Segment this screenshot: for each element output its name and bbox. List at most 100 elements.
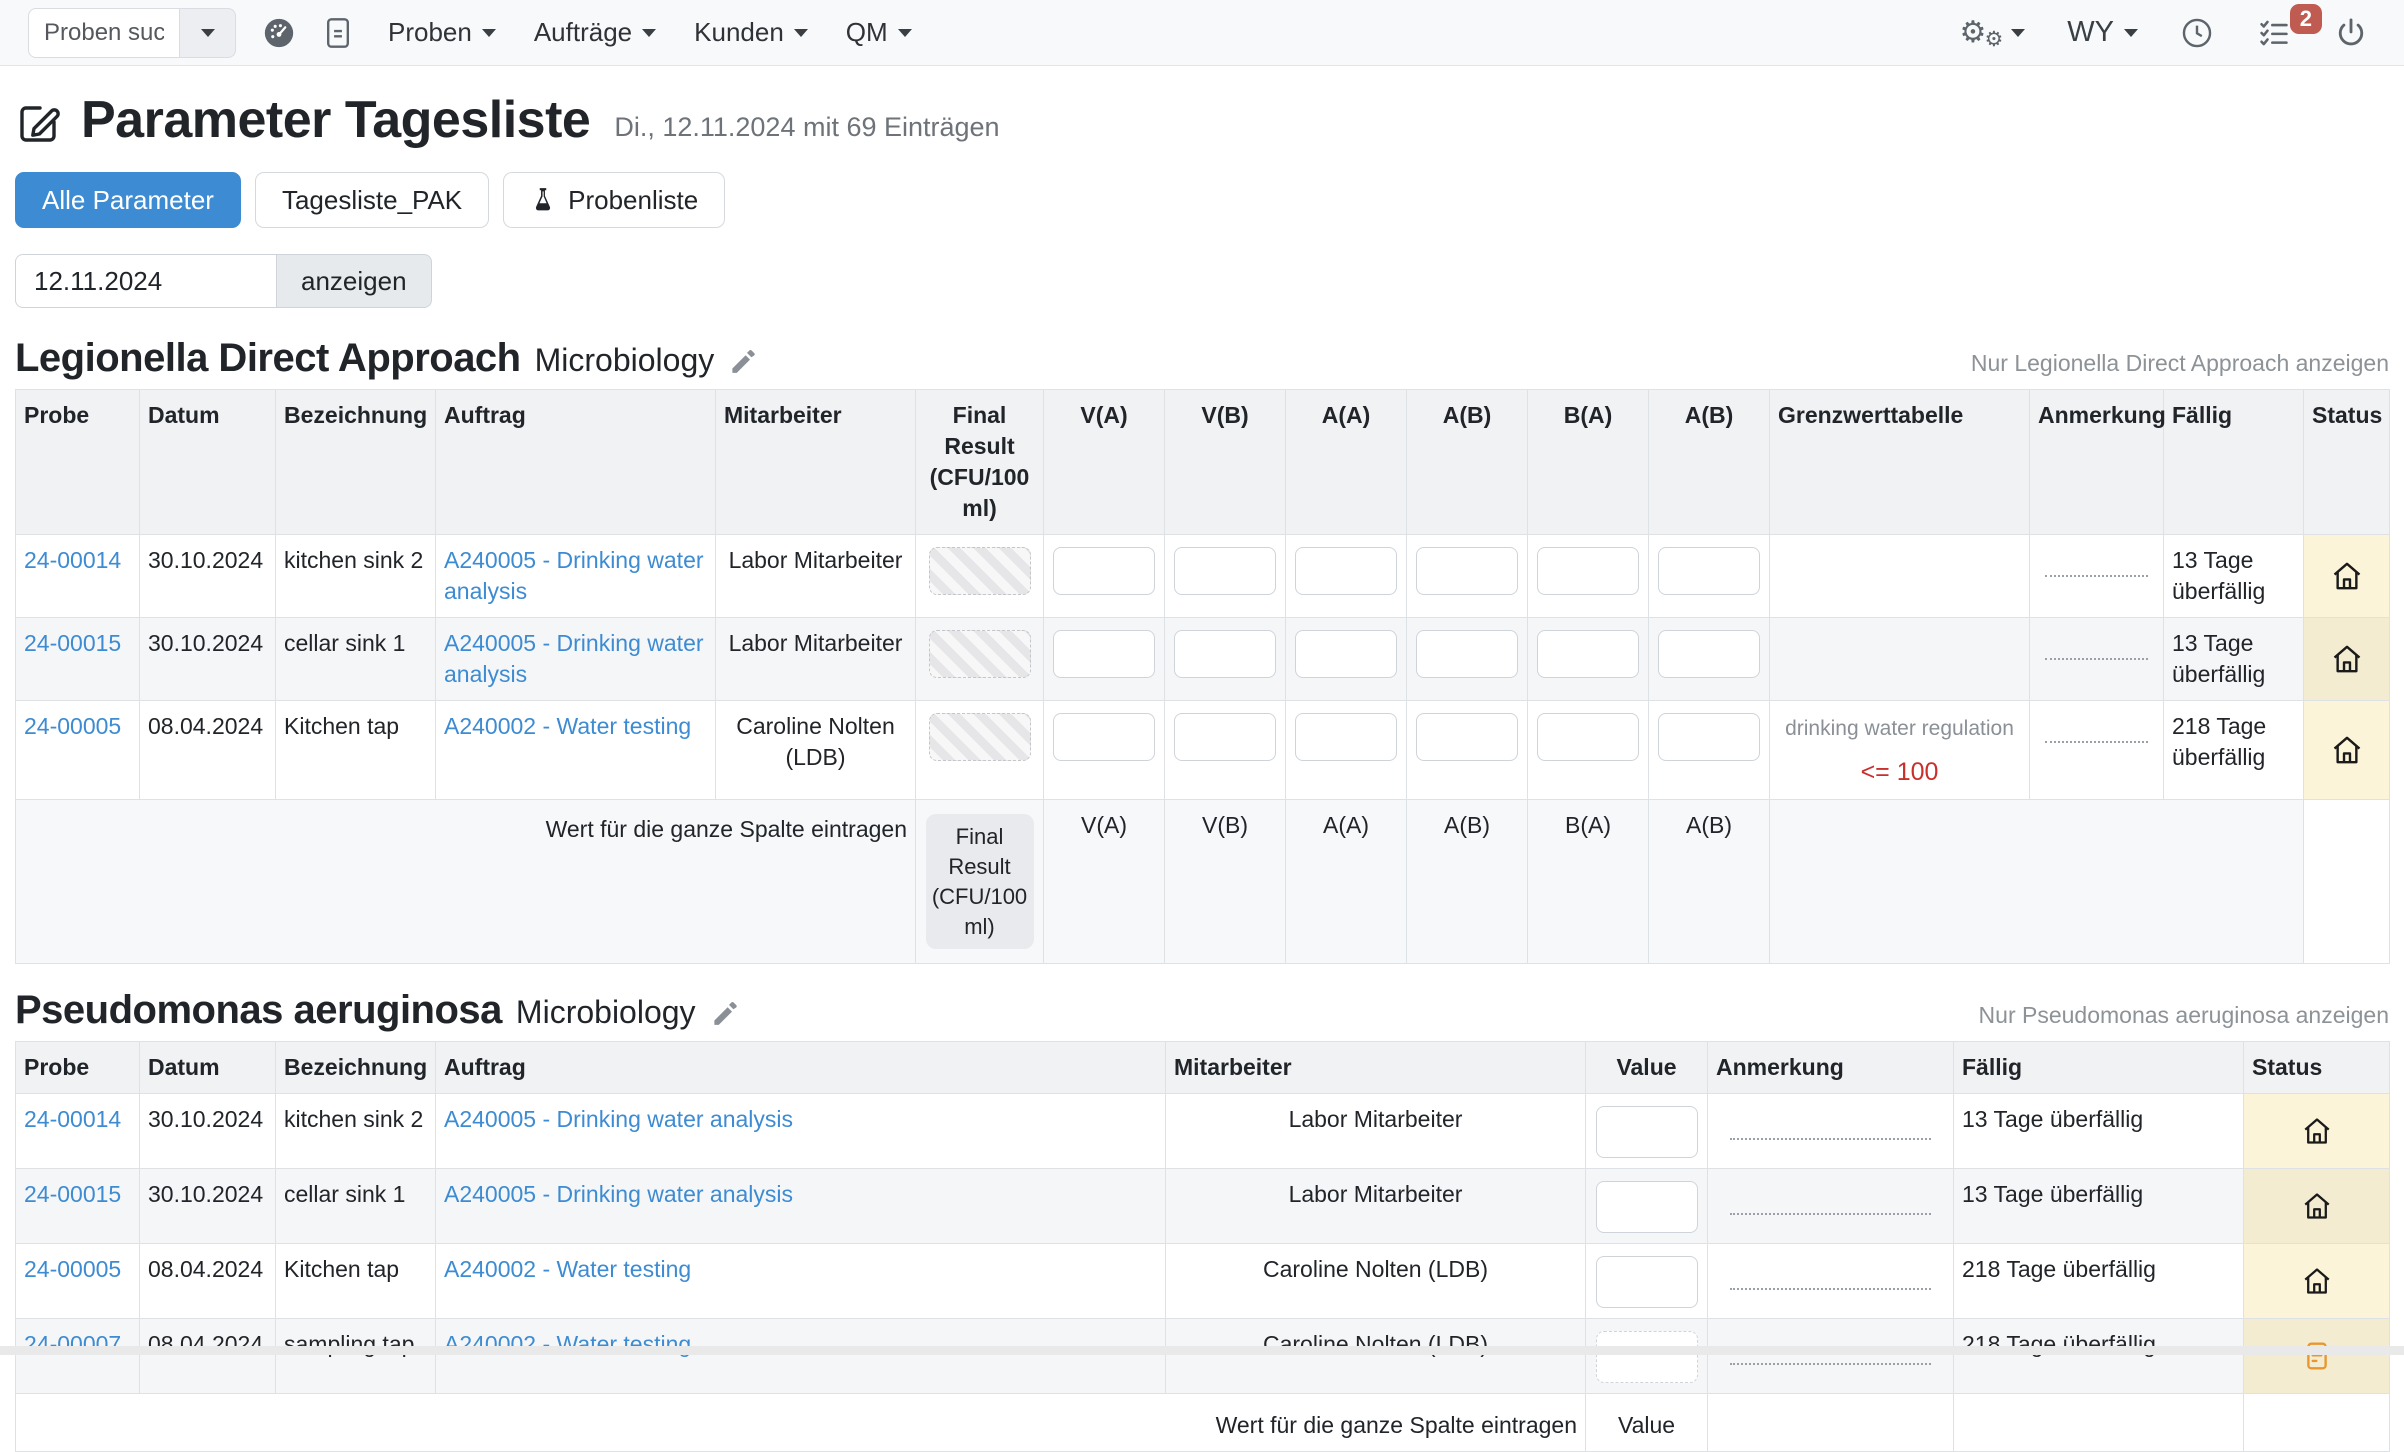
aa-input[interactable]: [1295, 713, 1397, 761]
tab-tagesliste-pak[interactable]: Tagesliste_PAK: [255, 172, 489, 228]
fill-aa-button[interactable]: A(A): [1286, 800, 1407, 964]
probe-link[interactable]: 24-00014: [24, 547, 121, 573]
clock-icon[interactable]: [2180, 16, 2214, 50]
anmerkung-field[interactable]: [2045, 575, 2148, 577]
anmerkung-field[interactable]: [2045, 741, 2148, 743]
anmerkung-field[interactable]: [1730, 1213, 1932, 1215]
tab-probenliste[interactable]: Probenliste: [503, 172, 725, 228]
vb-input[interactable]: [1174, 547, 1276, 595]
ab-input[interactable]: [1416, 713, 1518, 761]
edit-section2-icon[interactable]: [710, 999, 740, 1029]
anmerkung-field[interactable]: [1730, 1138, 1932, 1140]
datum-cell: 30.10.2024: [140, 1169, 276, 1244]
auftrag-link[interactable]: A240005 - Drinking water analysis: [444, 630, 704, 687]
chevron-down-icon: [2124, 29, 2138, 37]
col-value: Value: [1586, 1042, 1708, 1094]
col-anmerkung: Anmerkung: [2030, 390, 2164, 535]
ab-input[interactable]: [1416, 547, 1518, 595]
home-icon[interactable]: [2312, 733, 2381, 767]
fill-vb-button[interactable]: V(B): [1165, 800, 1286, 964]
show-button[interactable]: anzeigen: [277, 254, 432, 308]
probe-link[interactable]: 24-00015: [24, 1181, 121, 1207]
settings-gears-icon[interactable]: ⚙⚙: [1960, 15, 2026, 50]
ab2-input[interactable]: [1658, 547, 1760, 595]
col-ba: B(A): [1528, 390, 1649, 535]
fill-value-button[interactable]: Value: [1586, 1394, 1708, 1452]
home-icon[interactable]: [2252, 1115, 2381, 1147]
probe-link[interactable]: 24-00005: [24, 1256, 121, 1282]
navbar-right: ⚙⚙ WY 2: [1960, 15, 2368, 50]
probe-link[interactable]: 24-00005: [24, 713, 121, 739]
faellig-cell: 218 Tage überfällig: [1954, 1244, 2244, 1319]
fill-ab-button[interactable]: A(B): [1407, 800, 1528, 964]
probe-link[interactable]: 24-00014: [24, 1106, 121, 1132]
mitarbeiter-cell: Caroline Nolten (LDB): [1166, 1319, 1586, 1394]
col-ab: A(B): [1407, 390, 1528, 535]
value-input[interactable]: [1596, 1256, 1698, 1308]
auftrag-link[interactable]: A240002 - Water testing: [444, 713, 691, 739]
anmerkung-field[interactable]: [2045, 658, 2148, 660]
ba-input[interactable]: [1537, 547, 1639, 595]
value-input[interactable]: [1596, 1181, 1698, 1233]
home-icon[interactable]: [2252, 1190, 2381, 1222]
value-input[interactable]: [1596, 1331, 1698, 1383]
tab-alle-parameter[interactable]: Alle Parameter: [15, 172, 241, 228]
vb-input[interactable]: [1174, 630, 1276, 678]
user-menu[interactable]: WY: [2067, 16, 2138, 49]
va-input[interactable]: [1053, 547, 1155, 595]
aa-input[interactable]: [1295, 630, 1397, 678]
home-icon[interactable]: [2312, 642, 2381, 676]
menu-auftraege[interactable]: Aufträge: [534, 17, 656, 48]
ab-input[interactable]: [1416, 630, 1518, 678]
va-input[interactable]: [1053, 630, 1155, 678]
search-input[interactable]: [28, 8, 180, 58]
tasks-icon[interactable]: 2: [2256, 16, 2292, 50]
date-input[interactable]: [15, 254, 277, 308]
section1-category: Microbiology: [535, 342, 715, 379]
fill-va-button[interactable]: V(A): [1044, 800, 1165, 964]
menu-proben[interactable]: Proben: [388, 17, 496, 48]
ab2-input[interactable]: [1658, 713, 1760, 761]
edit-title-icon[interactable]: [15, 99, 63, 147]
document-icon[interactable]: [322, 16, 354, 50]
section2-filter-link[interactable]: Nur Pseudomonas aeruginosa anzeigen: [1979, 1002, 2389, 1029]
section2-title: Pseudomonas aeruginosa: [15, 988, 502, 1033]
dashboard-icon[interactable]: [262, 16, 296, 50]
auftrag-link[interactable]: A240005 - Drinking water analysis: [444, 1181, 793, 1207]
col-final-result: Final Result (CFU/100 ml): [916, 390, 1044, 535]
col-datum: Datum: [140, 1042, 276, 1094]
ba-input[interactable]: [1537, 630, 1639, 678]
probe-link[interactable]: 24-00015: [24, 630, 121, 656]
table1-footer-row: Wert für die ganze Spalte eintragen Fina…: [16, 800, 2390, 964]
anmerkung-field[interactable]: [1730, 1363, 1932, 1365]
top-navbar: Proben Aufträge Kunden QM ⚙⚙ WY 2: [0, 0, 2404, 66]
menu-kunden[interactable]: Kunden: [694, 17, 808, 48]
tab-label: Alle Parameter: [42, 185, 214, 216]
tab-label: Tagesliste_PAK: [282, 185, 462, 216]
anmerkung-field[interactable]: [1730, 1288, 1932, 1290]
ba-input[interactable]: [1537, 713, 1639, 761]
vb-input[interactable]: [1174, 713, 1276, 761]
home-icon[interactable]: [2312, 559, 2381, 593]
bezeichnung-cell: kitchen sink 2: [276, 1094, 436, 1169]
value-input[interactable]: [1596, 1106, 1698, 1158]
grenzwert-limit[interactable]: <= 100: [1778, 756, 2021, 790]
auftrag-link[interactable]: A240005 - Drinking water analysis: [444, 547, 704, 604]
fill-ab2-button[interactable]: A(B): [1649, 800, 1770, 964]
auftrag-link[interactable]: A240002 - Water testing: [444, 1256, 691, 1282]
menu-qm[interactable]: QM: [846, 17, 912, 48]
grenzwert-name: drinking water regulation: [1778, 715, 2021, 743]
search-dropdown-button[interactable]: [180, 8, 236, 58]
fill-ba-button[interactable]: B(A): [1528, 800, 1649, 964]
home-icon[interactable]: [2252, 1265, 2381, 1297]
col-faellig: Fällig: [1954, 1042, 2244, 1094]
edit-section1-icon[interactable]: [728, 347, 758, 377]
section1-filter-link[interactable]: Nur Legionella Direct Approach anzeigen: [1971, 350, 2389, 377]
auftrag-link[interactable]: A240005 - Drinking water analysis: [444, 1106, 793, 1132]
power-icon[interactable]: [2334, 16, 2368, 50]
fill-final-result-button[interactable]: Final Result (CFU/100 ml): [926, 814, 1034, 949]
aa-input[interactable]: [1295, 547, 1397, 595]
ab2-input[interactable]: [1658, 630, 1760, 678]
va-input[interactable]: [1053, 713, 1155, 761]
gear-small-icon: ⚙: [1984, 29, 2003, 50]
